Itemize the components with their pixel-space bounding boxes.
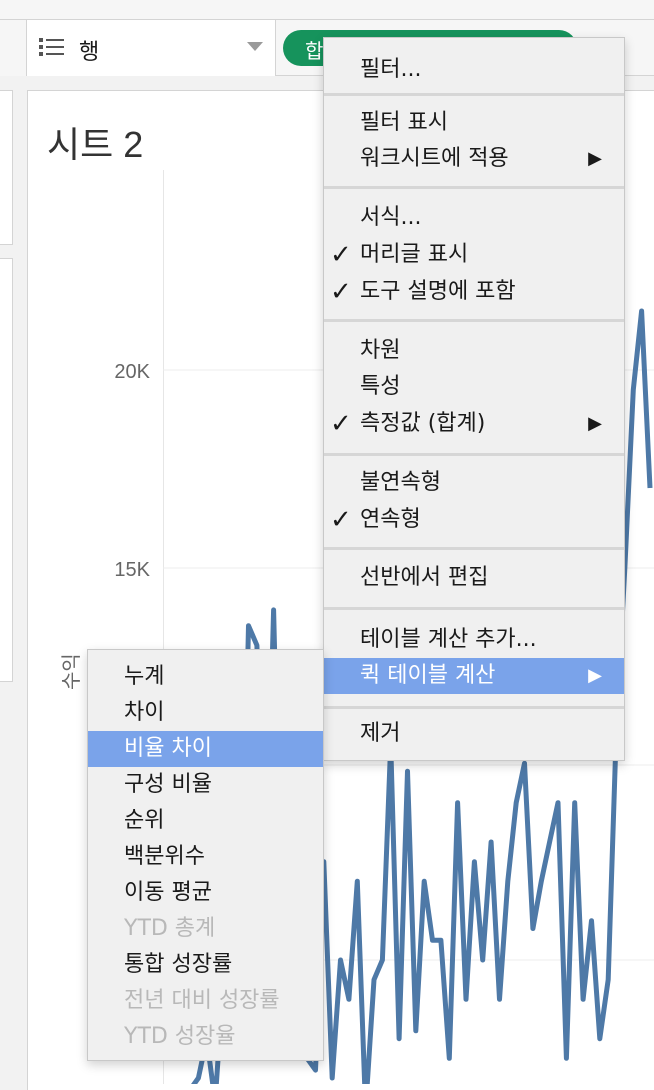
menu-item[interactable]: 선반에서 편집 [324, 560, 624, 596]
menu-separator [324, 319, 624, 322]
menu-item-label: 테이블 계산 추가... [360, 627, 537, 652]
menu-item[interactable]: 특성 [324, 369, 624, 405]
menu-separator [324, 453, 624, 456]
menu-item-label: 차원 [360, 338, 401, 363]
submenu-arrow-icon: ▶ [588, 413, 602, 434]
menu-item-label: 서식... [360, 205, 422, 230]
submenu-item[interactable]: 통합 성장률 [88, 947, 323, 983]
pill-context-menu: 필터... 필터 표시워크시트에 적용 ▶ 서식... ✓ 머리글 표시 ✓ 도구 설명에 포… [323, 37, 625, 761]
submenu-item[interactable]: 이동 평균 [88, 875, 323, 911]
submenu-arrow-icon: ▶ [588, 148, 602, 169]
menu-item-label: 퀵 테이블 계산 [360, 663, 496, 688]
checkmark-icon: ✓ [330, 409, 352, 439]
menu-item[interactable]: 테이블 계산 추가... [324, 622, 624, 658]
submenu-item[interactable]: 누계 [88, 659, 323, 695]
checkmark-icon: ✓ [330, 505, 352, 535]
y-tick-20k: 20K [114, 361, 150, 383]
submenu-item[interactable]: 비율 차이 [88, 731, 323, 767]
submenu-item: YTD 성장율 [88, 1019, 323, 1055]
menu-item[interactable]: 필터... [324, 52, 624, 88]
y-tick-15k: 15K [114, 559, 150, 581]
menu-item-label: 측정값 (합계) [360, 411, 486, 436]
menu-separator [324, 607, 624, 610]
menu-item[interactable]: 필터 표시 [324, 105, 624, 141]
menu-item[interactable]: 불연속형 [324, 465, 624, 501]
menu-separator [324, 186, 624, 189]
menu-item-label: 필터... [360, 57, 422, 82]
submenu-item-label: 전년 대비 성장률 [124, 988, 280, 1013]
quick-table-calc-submenu: 누계차이비율 차이구성 비율순위백분위수이동 평균 YTD 총계통합 성장률전년 … [87, 649, 324, 1061]
menu-item[interactable]: 퀵 테이블 계산 ▶ [324, 658, 624, 694]
submenu-arrow-icon: ▶ [588, 665, 602, 686]
submenu-item-label: 백분위수 [124, 844, 205, 869]
checkmark-icon: ✓ [330, 277, 352, 307]
submenu-item-label: YTD 총계 [124, 916, 216, 941]
submenu-item[interactable]: 순위 [88, 803, 323, 839]
submenu-item-label: YTD 성장율 [124, 1024, 236, 1049]
menu-separator [324, 706, 624, 709]
menu-separator [324, 547, 624, 550]
menu-item[interactable]: ✓ 도구 설명에 포함 [324, 274, 624, 310]
menu-separator [324, 93, 624, 96]
submenu-item[interactable]: 차이 [88, 695, 323, 731]
menu-item-label: 특성 [360, 374, 401, 399]
menu-item[interactable]: ✓ 머리글 표시 [324, 237, 624, 273]
submenu-item-label: 통합 성장률 [124, 952, 233, 977]
checkmark-icon: ✓ [330, 240, 352, 270]
submenu-item-label: 이동 평균 [124, 880, 212, 905]
submenu-item: 전년 대비 성장률 [88, 983, 323, 1019]
submenu-item[interactable]: 구성 비율 [88, 767, 323, 803]
submenu-item[interactable]: 백분위수 [88, 839, 323, 875]
menu-item[interactable]: 차원 [324, 333, 624, 369]
submenu-item-label: 누계 [124, 664, 165, 689]
menu-item[interactable]: 서식... [324, 200, 624, 236]
menu-item[interactable]: 워크시트에 적용 ▶ [324, 141, 624, 177]
menu-item-label: 필터 표시 [360, 110, 448, 135]
menu-item[interactable]: ✓ 연속형 [324, 502, 624, 538]
submenu-item-label: 차이 [124, 700, 165, 725]
menu-item-label: 워크시트에 적용 [360, 146, 509, 171]
submenu-item-label: 순위 [124, 808, 165, 833]
menu-item-label: 불연속형 [360, 470, 441, 495]
menu-item[interactable]: ✓ 측정값 (합계) ▶ [324, 406, 624, 442]
menu-item-label: 제거 [360, 721, 401, 746]
menu-item-label: 머리글 표시 [360, 242, 469, 267]
y-axis-label: 수익 [59, 653, 83, 690]
submenu-item-label: 구성 비율 [124, 772, 212, 797]
submenu-item: YTD 총계 [88, 911, 323, 947]
submenu-item-label: 비율 차이 [124, 736, 212, 761]
menu-item-label: 도구 설명에 포함 [360, 279, 516, 304]
menu-item[interactable]: 제거 [324, 716, 624, 752]
menu-item-label: 연속형 [360, 507, 421, 532]
menu-item-label: 선반에서 편집 [360, 565, 489, 590]
